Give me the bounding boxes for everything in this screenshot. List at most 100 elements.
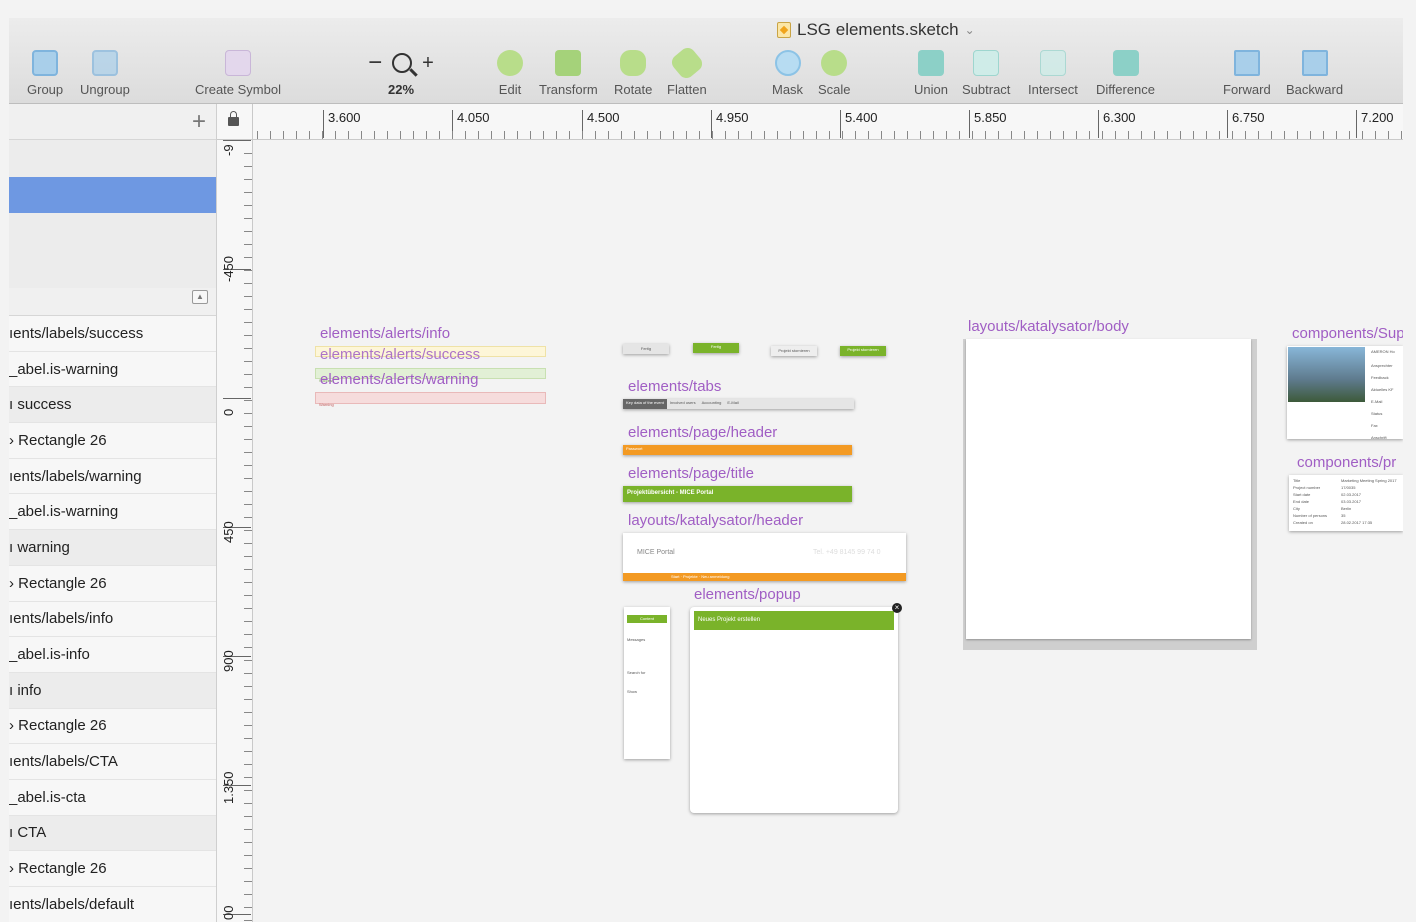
mask-button[interactable]: Mask: [772, 50, 803, 97]
ruler-minor-tick: [361, 131, 362, 139]
edit-icon: [497, 50, 523, 76]
layer-row[interactable]: ı CTA: [9, 815, 216, 852]
sidebar-mini-artboard[interactable]: Content Messages Search for Show: [624, 607, 670, 759]
ruler-tick-label: -9: [221, 144, 236, 156]
ruler-minor-tick: [244, 179, 252, 180]
flatten-label: Flatten: [667, 82, 707, 97]
artboard-title-katalysator-body[interactable]: layouts/katalysator/body: [968, 318, 1129, 335]
layer-row[interactable]: _abel.is-cta: [9, 779, 216, 816]
ruler-minor-tick: [1154, 131, 1155, 139]
group-button[interactable]: Group: [27, 50, 63, 97]
zoom-out-button[interactable]: −: [368, 49, 382, 77]
artboard-title-alerts-success[interactable]: elements/alerts/success: [320, 346, 480, 363]
symbol-icon: [224, 50, 251, 76]
components-sup-artboard[interactable]: AMERON Ho Ansprechter Feedback Aktuelles…: [1287, 346, 1403, 440]
edit-button[interactable]: Edit: [497, 50, 523, 97]
artboard-title-alerts-info[interactable]: elements/alerts/info: [320, 325, 450, 342]
layer-row[interactable]: ıents/labels/success: [9, 316, 216, 352]
ruler-minor-tick: [244, 244, 252, 245]
ruler-minor-tick: [868, 131, 869, 139]
zoom-in-button[interactable]: +: [422, 52, 434, 75]
artboard-title-katalysator-header[interactable]: layouts/katalysator/header: [628, 512, 803, 529]
layer-row[interactable]: _abel.is-warning: [9, 351, 216, 388]
page-title-artboard[interactable]: Projektübersicht - MICE Portal: [623, 486, 852, 502]
button-fertig-primary[interactable]: Fertig: [693, 343, 739, 353]
layer-row[interactable]: › Rectangle 26: [9, 565, 216, 602]
ruler-minor-tick: [1128, 131, 1129, 139]
subtract-button[interactable]: Subtract: [962, 50, 1010, 97]
design-canvas[interactable]: elements/alerts/info elements/alerts/suc…: [253, 140, 1403, 922]
tab-accounting[interactable]: Accounting: [699, 399, 725, 409]
layer-row[interactable]: › Rectangle 26: [9, 423, 216, 459]
artboard-title-page-title[interactable]: elements/page/title: [628, 465, 754, 482]
layer-row[interactable]: ıents/labels/CTA: [9, 744, 216, 780]
layer-name: ı warning: [9, 538, 70, 556]
layer-row[interactable]: ı info: [9, 672, 216, 709]
button-projekt-primary[interactable]: Projekt stornieren: [840, 346, 886, 356]
lock-icon[interactable]: [228, 111, 239, 126]
forward-button[interactable]: Forward: [1223, 50, 1271, 97]
layer-row[interactable]: ı warning: [9, 530, 216, 566]
ruler-minor-tick: [244, 842, 252, 843]
button-projekt-default[interactable]: Projekt stornieren: [771, 346, 817, 356]
ruler-minor-tick: [244, 361, 252, 362]
layer-row[interactable]: ıents/labels/info: [9, 601, 216, 638]
tab-involved-users[interactable]: Involved users: [667, 399, 699, 409]
ruler-minor-tick: [504, 131, 505, 139]
alert-warning-artboard[interactable]: Warning: [315, 392, 546, 407]
document-title[interactable]: LSG elements.sketch ⌄: [777, 20, 975, 40]
chevron-down-icon[interactable]: ⌄: [965, 23, 975, 37]
katalysator-body-artboard[interactable]: [963, 339, 1257, 650]
artboard-title-alerts-warning[interactable]: elements/alerts/warning: [320, 371, 478, 388]
layer-row[interactable]: › Rectangle 26: [9, 708, 216, 745]
create-symbol-button[interactable]: Create Symbol: [195, 50, 281, 97]
horizontal-ruler[interactable]: 3.600 4.050 4.500 4.950 5.400 5.850 6.30…: [217, 104, 1403, 140]
artboard-title-page-header[interactable]: elements/page/header: [628, 424, 777, 441]
artboard-title-tabs[interactable]: elements/tabs: [628, 378, 721, 395]
intersect-button[interactable]: Intersect: [1028, 50, 1078, 97]
layer-row[interactable]: ıents/labels/default: [9, 887, 216, 922]
components-pr-artboard[interactable]: Title Project number Start date End date…: [1289, 475, 1403, 531]
popup-artboard[interactable]: Neues Projekt erstellen ×: [690, 603, 902, 813]
tab-key-data[interactable]: Key data of the event: [623, 399, 667, 409]
backward-button[interactable]: Backward: [1286, 50, 1343, 97]
artboard-title-popup[interactable]: elements/popup: [694, 586, 801, 603]
scale-button[interactable]: Scale: [818, 50, 851, 97]
difference-button[interactable]: Difference: [1096, 50, 1155, 97]
ruler-minor-tick: [933, 131, 934, 139]
add-page-button[interactable]: +: [192, 108, 206, 136]
tab-email[interactable]: E-Mail: [724, 399, 741, 409]
pr-value: 28.02.2017 17:35: [1341, 520, 1373, 525]
ungroup-button[interactable]: Ungroup: [80, 50, 130, 97]
ruler-tick-label: 900: [221, 650, 236, 672]
rotate-button[interactable]: Rotate: [614, 50, 652, 97]
ruler-minor-tick: [244, 920, 252, 921]
ruler-minor-tick: [1167, 131, 1168, 139]
ruler-minor-tick: [777, 131, 778, 139]
ruler-minor-tick: [1362, 131, 1363, 139]
pr-value: 35: [1341, 513, 1346, 518]
tabs-artboard[interactable]: Key data of the event Involved users Acc…: [623, 399, 854, 409]
page-header-artboard[interactable]: Passwort: [623, 445, 852, 455]
popup-close-icon[interactable]: ×: [892, 603, 902, 613]
union-button[interactable]: Union: [914, 50, 948, 97]
button-fertig-default[interactable]: Fertig: [623, 344, 669, 354]
ruler-minor-tick: [244, 803, 252, 804]
collapse-pages-button[interactable]: ▲: [192, 290, 208, 304]
artboard-title-components-sup[interactable]: components/Sup: [1292, 325, 1403, 342]
ruler-minor-tick: [1050, 131, 1051, 139]
layer-row[interactable]: › Rectangle 26: [9, 851, 216, 887]
artboard-title-components-pr[interactable]: components/pr: [1297, 454, 1396, 471]
selected-page-row[interactable]: [9, 177, 216, 213]
vertical-ruler[interactable]: -9 -450 0 450 900 1.350 00: [217, 140, 253, 922]
zoom-control: − + 22%: [359, 49, 443, 97]
katalysator-header-artboard[interactable]: MICE Portal Tel. +49 8145 99 74 0 Start …: [623, 533, 906, 581]
layer-row[interactable]: _abel.is-warning: [9, 494, 216, 531]
transform-button[interactable]: Transform: [539, 50, 598, 97]
layer-row[interactable]: _abel.is-info: [9, 637, 216, 673]
forward-label: Forward: [1223, 82, 1271, 97]
mice-portal-logo: MICE Portal: [637, 549, 675, 556]
layer-row[interactable]: ı success: [9, 387, 216, 424]
layer-row[interactable]: ıents/labels/warning: [9, 458, 216, 495]
flatten-button[interactable]: Flatten: [667, 44, 707, 97]
